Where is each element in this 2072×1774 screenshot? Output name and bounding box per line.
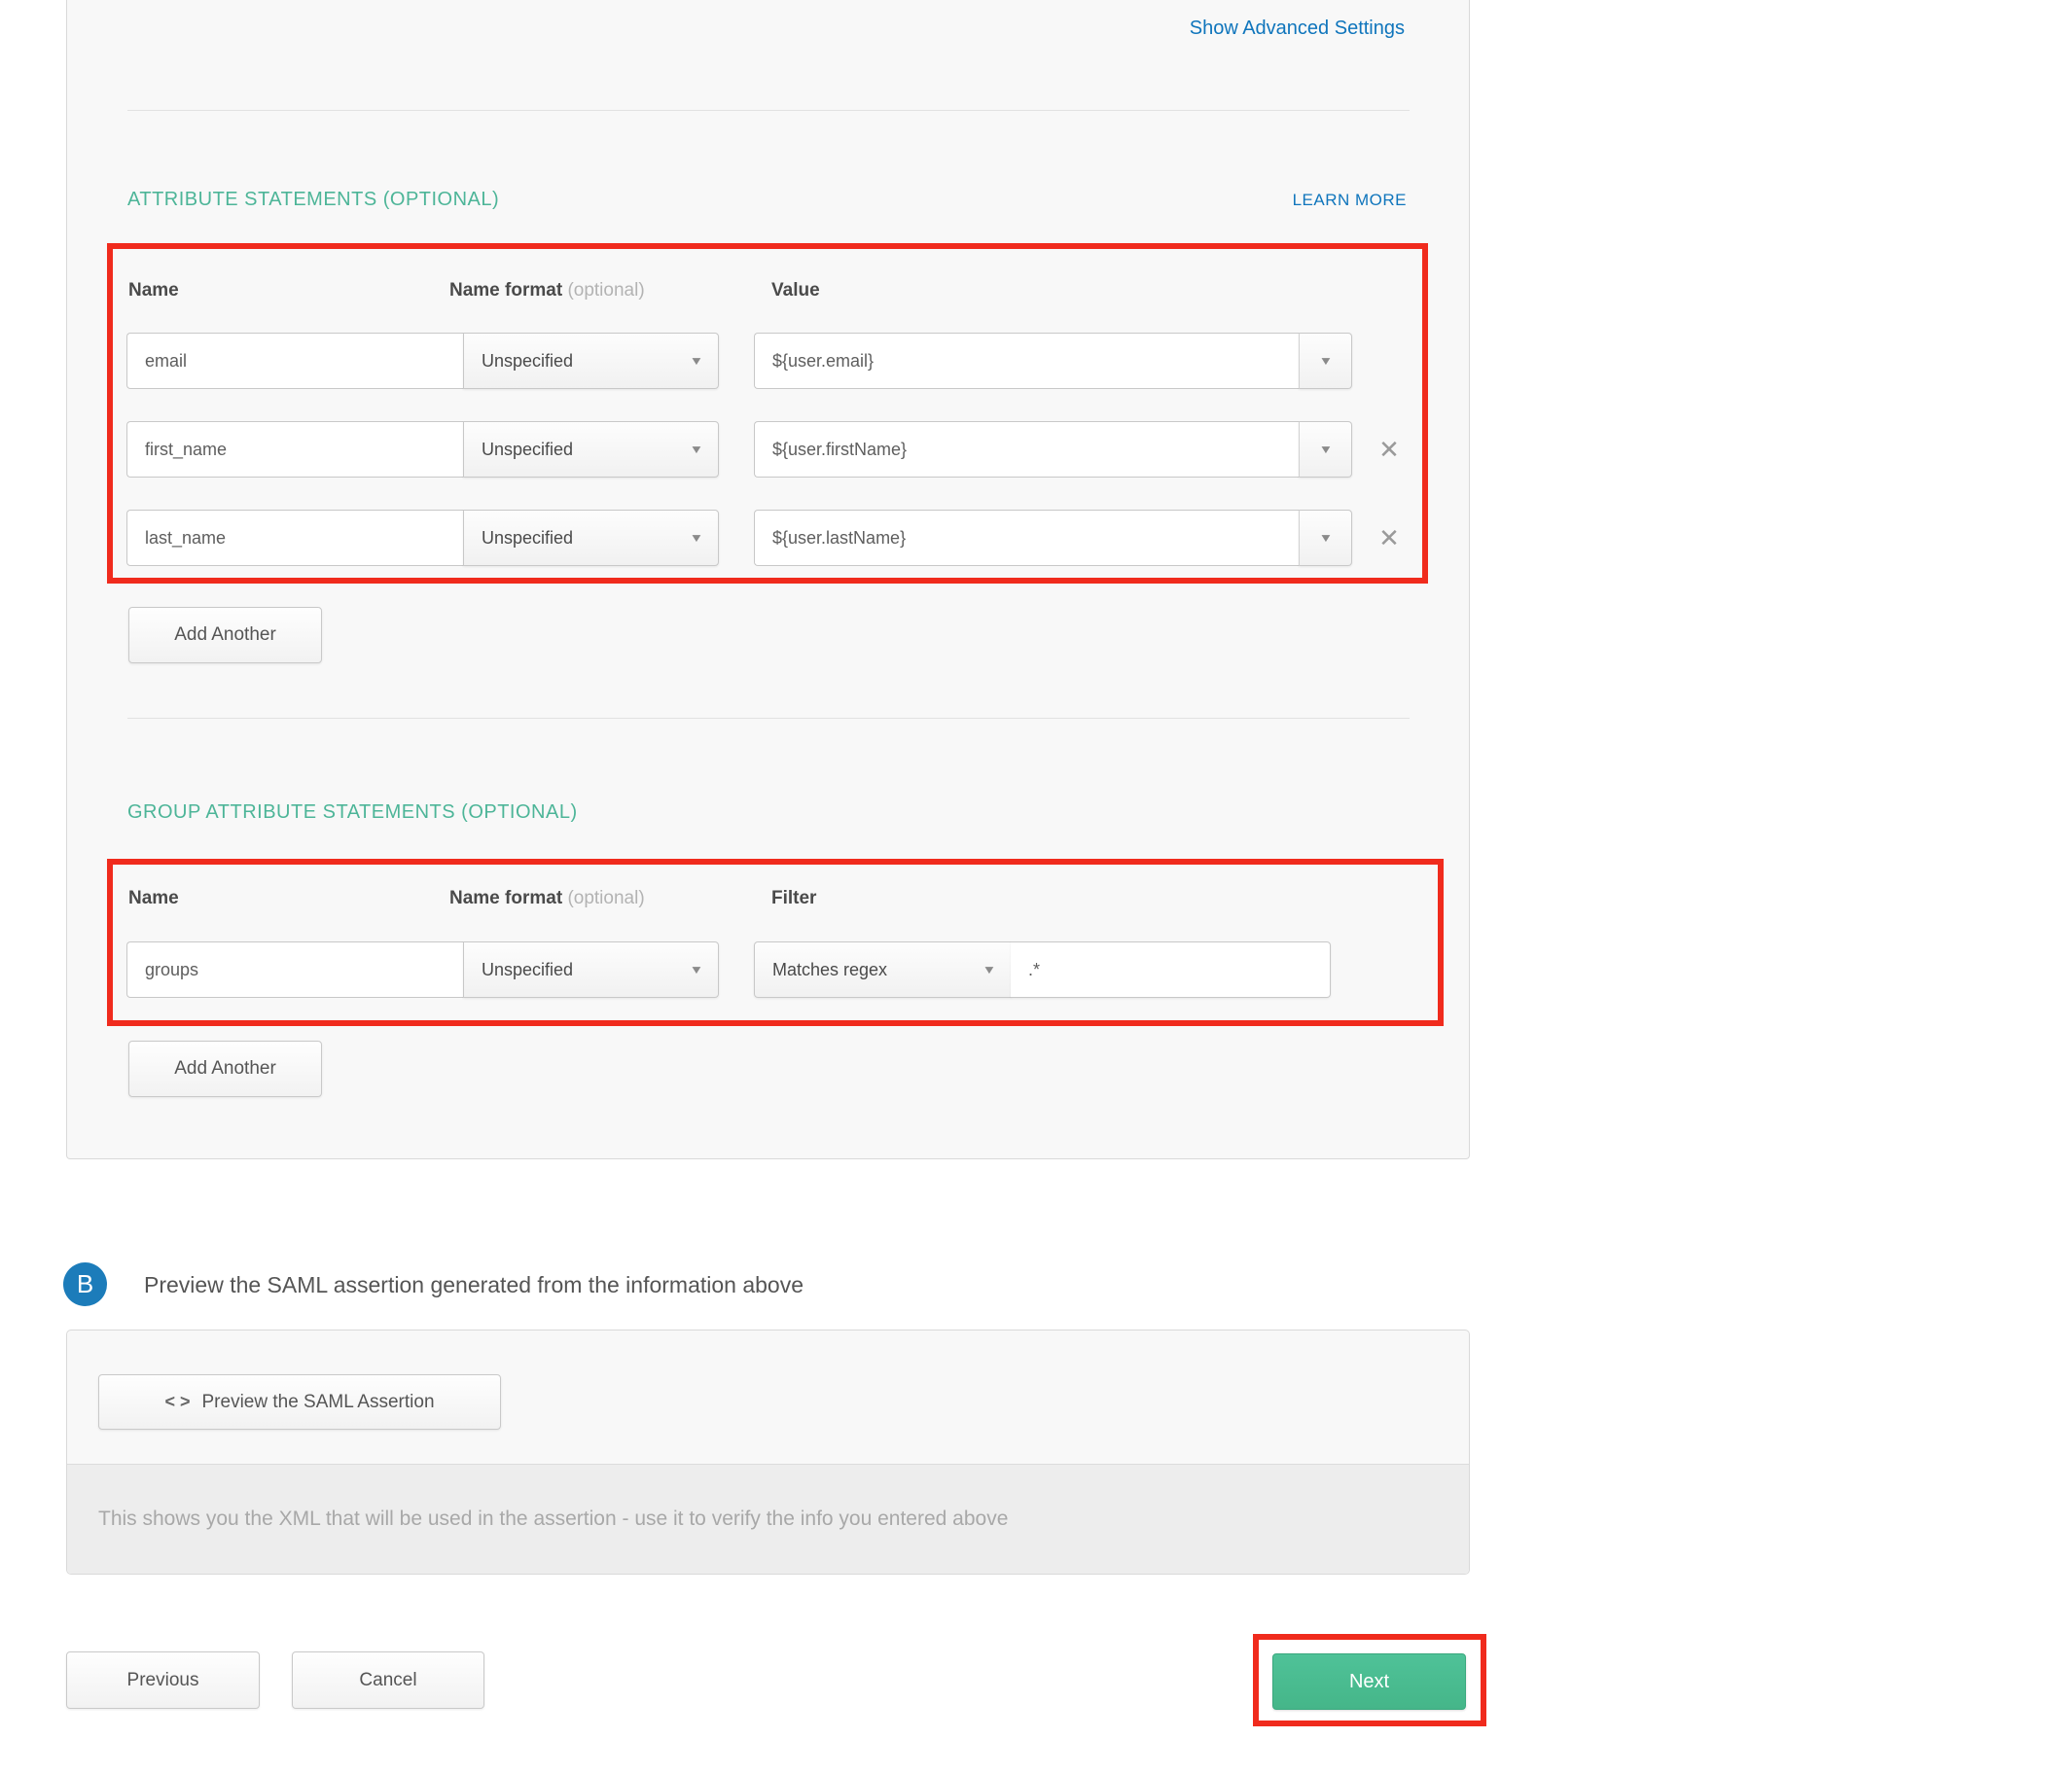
attribute-statements-heading: ATTRIBUTE STATEMENTS (OPTIONAL) xyxy=(127,189,499,211)
chevron-down-icon: ▼ xyxy=(690,354,704,368)
group-attribute-statements-heading: GROUP ATTRIBUTE STATEMENTS (OPTIONAL) xyxy=(127,801,578,824)
chevron-down-icon: ▼ xyxy=(1318,354,1333,368)
chevron-down-icon: ▼ xyxy=(690,443,704,456)
learn-more-link[interactable]: LEARN MORE xyxy=(1293,191,1407,210)
previous-button[interactable]: Previous xyxy=(66,1651,260,1709)
value-dropdown-button[interactable]: ▼ xyxy=(1299,510,1352,566)
attribute-value-input[interactable] xyxy=(754,421,1300,478)
add-another-group-button[interactable]: Add Another xyxy=(128,1041,322,1097)
optional-hint: (optional) xyxy=(567,888,644,908)
attribute-value-input[interactable] xyxy=(754,333,1300,389)
step-b-badge: B xyxy=(63,1262,107,1306)
optional-hint: (optional) xyxy=(567,280,644,301)
cancel-button[interactable]: Cancel xyxy=(292,1651,484,1709)
preview-section-heading: Preview the SAML assertion generated fro… xyxy=(144,1272,804,1298)
value-dropdown-button[interactable]: ▼ xyxy=(1299,333,1352,389)
chevron-down-icon: ▼ xyxy=(982,963,997,976)
name-format-column-label: Name format (optional) xyxy=(449,280,645,302)
remove-row-icon[interactable]: ✕ xyxy=(1370,430,1409,469)
preview-note: This shows you the XML that will be used… xyxy=(67,1464,1469,1574)
chevron-down-icon: ▼ xyxy=(1318,531,1333,545)
name-format-select[interactable]: Unspecified ▼ xyxy=(463,941,719,998)
chevron-down-icon: ▼ xyxy=(690,963,704,976)
group-name-input[interactable] xyxy=(126,941,464,998)
filter-type-select[interactable]: Matches regex ▼ xyxy=(754,941,1012,998)
name-column-label: Name xyxy=(128,280,179,302)
next-button[interactable]: Next xyxy=(1272,1653,1466,1710)
name-column-label: Name xyxy=(128,888,179,909)
code-icon: <> xyxy=(164,1392,195,1412)
value-column-label: Value xyxy=(771,280,820,302)
section-divider xyxy=(127,718,1410,719)
preview-saml-assertion-button[interactable]: <> Preview the SAML Assertion xyxy=(98,1374,501,1430)
chevron-down-icon: ▼ xyxy=(1318,443,1333,456)
section-divider xyxy=(127,110,1410,111)
preview-panel: <> Preview the SAML Assertion This shows… xyxy=(66,1330,1470,1575)
name-format-select[interactable]: Unspecified ▼ xyxy=(463,333,719,389)
name-format-select[interactable]: Unspecified ▼ xyxy=(463,421,719,478)
remove-row-icon[interactable]: ✕ xyxy=(1370,518,1409,557)
name-format-column-label: Name format (optional) xyxy=(449,888,645,909)
value-dropdown-button[interactable]: ▼ xyxy=(1299,421,1352,478)
attribute-value-input[interactable] xyxy=(754,510,1300,566)
chevron-down-icon: ▼ xyxy=(690,531,704,545)
attribute-name-input[interactable] xyxy=(126,510,464,566)
filter-column-label: Filter xyxy=(771,888,816,909)
add-another-attribute-button[interactable]: Add Another xyxy=(128,607,322,663)
attribute-name-input[interactable] xyxy=(126,421,464,478)
attribute-name-input[interactable] xyxy=(126,333,464,389)
name-format-select[interactable]: Unspecified ▼ xyxy=(463,510,719,566)
filter-regex-input[interactable] xyxy=(1011,941,1331,998)
show-advanced-settings-link[interactable]: Show Advanced Settings xyxy=(1190,18,1405,40)
